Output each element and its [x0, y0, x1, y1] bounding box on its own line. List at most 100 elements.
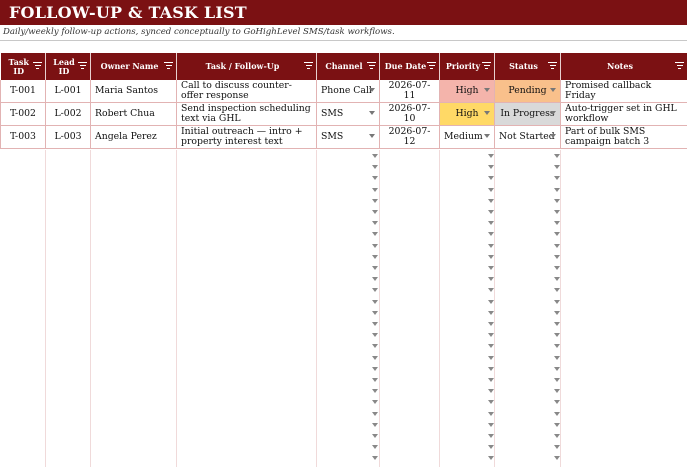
dropdown-caret-icon[interactable]: [484, 134, 490, 138]
filter-icon[interactable]: [548, 62, 557, 70]
dropdown-caret-icon[interactable]: [488, 210, 494, 214]
filter-icon[interactable]: [482, 62, 491, 70]
dropdown-caret-icon[interactable]: [550, 134, 556, 138]
dropdown-caret-icon[interactable]: [554, 411, 560, 416]
dropdown-caret-icon[interactable]: [372, 266, 378, 270]
dropdown-caret-icon[interactable]: [554, 422, 560, 427]
dropdown-caret-icon[interactable]: [372, 400, 378, 405]
dropdown-caret-icon[interactable]: [372, 254, 378, 259]
dropdown-caret-icon[interactable]: [488, 187, 494, 192]
cell-owner-name[interactable]: Robert Chua: [90, 102, 177, 126]
dropdown-caret-icon[interactable]: [488, 310, 494, 315]
filter-icon[interactable]: [78, 62, 87, 70]
dropdown-caret-icon[interactable]: [554, 322, 560, 326]
dropdown-caret-icon[interactable]: [372, 187, 378, 192]
dropdown-caret-icon[interactable]: [554, 389, 560, 394]
cell-task-id[interactable]: T-001: [0, 80, 46, 103]
dropdown-caret-icon[interactable]: [488, 445, 494, 450]
dropdown-caret-icon[interactable]: [488, 333, 494, 338]
dropdown-caret-icon[interactable]: [372, 422, 378, 427]
cell-lead-id[interactable]: L-003: [45, 125, 91, 149]
cell-status-dropdown[interactable]: Not Started: [494, 125, 561, 149]
dropdown-caret-icon[interactable]: [488, 198, 494, 203]
cell-notes[interactable]: Auto-trigger set in GHL workflow: [560, 102, 687, 126]
cell-priority-dropdown[interactable]: High: [439, 80, 495, 103]
dropdown-caret-icon[interactable]: [372, 344, 378, 349]
dropdown-caret-icon[interactable]: [488, 154, 494, 158]
dropdown-caret-icon[interactable]: [554, 254, 560, 259]
cell-channel-dropdown[interactable]: Phone Call: [316, 80, 380, 103]
dropdown-caret-icon[interactable]: [554, 221, 560, 226]
dropdown-caret-icon[interactable]: [488, 400, 494, 405]
filter-icon[interactable]: [33, 62, 42, 70]
cell-owner-name[interactable]: Maria Santos: [90, 80, 177, 103]
dropdown-caret-icon[interactable]: [372, 445, 378, 450]
dropdown-caret-icon[interactable]: [488, 322, 494, 326]
filter-icon[interactable]: [304, 62, 313, 70]
dropdown-caret-icon[interactable]: [372, 221, 378, 226]
cell-task-id[interactable]: T-002: [0, 102, 46, 126]
cell-owner-name[interactable]: Angela Perez: [90, 125, 177, 149]
dropdown-caret-icon[interactable]: [488, 221, 494, 226]
dropdown-caret-icon[interactable]: [488, 232, 494, 237]
cell-task[interactable]: Call to discuss counter-offer response: [176, 80, 317, 103]
dropdown-caret-icon[interactable]: [554, 176, 560, 181]
dropdown-caret-icon[interactable]: [372, 310, 378, 315]
dropdown-caret-icon[interactable]: [372, 243, 378, 248]
cell-status-dropdown[interactable]: Pending: [494, 80, 561, 103]
cell-priority-dropdown[interactable]: High: [439, 102, 495, 126]
dropdown-caret-icon[interactable]: [488, 389, 494, 394]
cell-due-date[interactable]: 2026-07-10: [379, 102, 440, 126]
dropdown-caret-icon[interactable]: [369, 88, 375, 92]
dropdown-caret-icon[interactable]: [554, 243, 560, 248]
dropdown-caret-icon[interactable]: [554, 434, 560, 438]
dropdown-caret-icon[interactable]: [372, 299, 378, 304]
cell-status-dropdown[interactable]: In Progress: [494, 102, 561, 126]
dropdown-caret-icon[interactable]: [372, 232, 378, 237]
dropdown-caret-icon[interactable]: [488, 411, 494, 416]
dropdown-caret-icon[interactable]: [554, 400, 560, 405]
dropdown-caret-icon[interactable]: [369, 111, 375, 115]
dropdown-caret-icon[interactable]: [372, 389, 378, 394]
dropdown-caret-icon[interactable]: [554, 210, 560, 214]
dropdown-caret-icon[interactable]: [372, 210, 378, 214]
dropdown-caret-icon[interactable]: [554, 277, 560, 282]
cell-lead-id[interactable]: L-001: [45, 80, 91, 103]
dropdown-caret-icon[interactable]: [372, 411, 378, 416]
dropdown-caret-icon[interactable]: [372, 198, 378, 203]
dropdown-caret-icon[interactable]: [372, 277, 378, 282]
dropdown-caret-icon[interactable]: [488, 422, 494, 427]
dropdown-caret-icon[interactable]: [372, 176, 378, 181]
dropdown-caret-icon[interactable]: [550, 88, 556, 92]
dropdown-caret-icon[interactable]: [554, 355, 560, 360]
filter-icon[interactable]: [427, 62, 436, 70]
dropdown-caret-icon[interactable]: [488, 299, 494, 304]
dropdown-caret-icon[interactable]: [554, 333, 560, 338]
dropdown-caret-icon[interactable]: [484, 88, 490, 92]
dropdown-caret-icon[interactable]: [554, 299, 560, 304]
dropdown-caret-icon[interactable]: [554, 288, 560, 293]
dropdown-caret-icon[interactable]: [488, 266, 494, 270]
dropdown-caret-icon[interactable]: [554, 366, 560, 371]
dropdown-caret-icon[interactable]: [372, 333, 378, 338]
header-priority[interactable]: Priority: [439, 53, 495, 80]
header-lead-id[interactable]: Lead ID: [45, 53, 91, 80]
header-owner-name[interactable]: Owner Name: [90, 53, 177, 80]
header-notes[interactable]: Notes: [560, 53, 687, 80]
dropdown-caret-icon[interactable]: [372, 434, 378, 438]
dropdown-caret-icon[interactable]: [372, 322, 378, 326]
cell-notes[interactable]: Part of bulk SMS campaign batch 3: [560, 125, 687, 149]
dropdown-caret-icon[interactable]: [488, 355, 494, 360]
dropdown-caret-icon[interactable]: [372, 165, 378, 170]
dropdown-caret-icon[interactable]: [488, 434, 494, 438]
header-channel[interactable]: Channel: [316, 53, 380, 80]
dropdown-caret-icon[interactable]: [554, 165, 560, 170]
dropdown-caret-icon[interactable]: [550, 111, 556, 115]
dropdown-caret-icon[interactable]: [372, 456, 378, 461]
header-due-date[interactable]: Due Date: [379, 53, 440, 80]
header-task-follow-up[interactable]: Task / Follow-Up: [176, 53, 317, 80]
cell-due-date[interactable]: 2026-07-11: [379, 80, 440, 103]
cell-lead-id[interactable]: L-002: [45, 102, 91, 126]
dropdown-caret-icon[interactable]: [488, 254, 494, 259]
dropdown-caret-icon[interactable]: [554, 344, 560, 349]
